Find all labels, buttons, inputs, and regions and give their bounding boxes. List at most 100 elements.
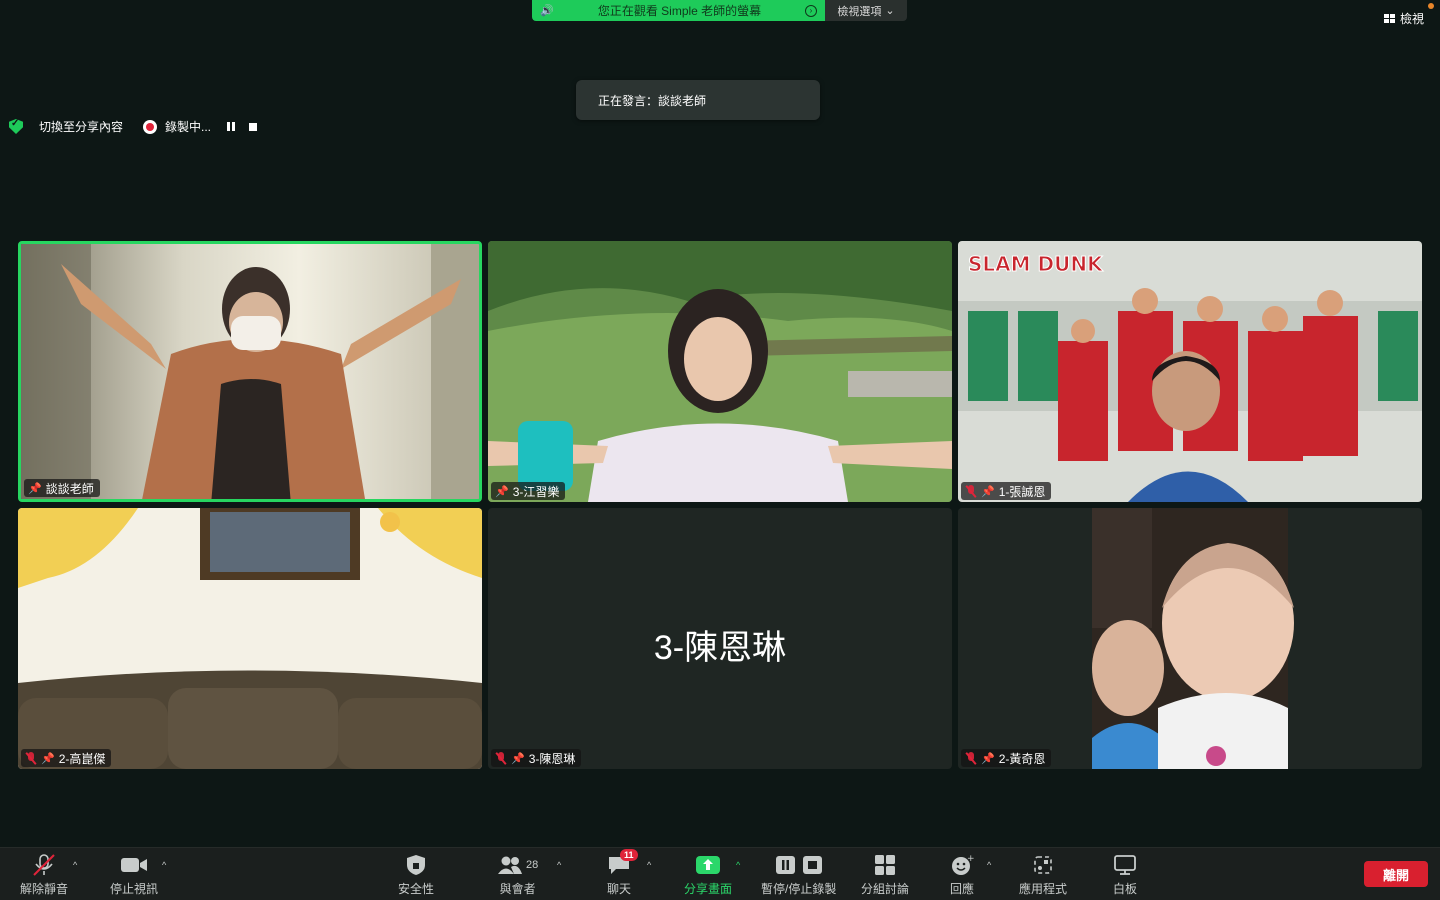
mic-muted-icon (965, 484, 977, 498)
pin-icon: 📌 (495, 485, 509, 498)
notification-dot (1428, 3, 1434, 9)
share-options-caret-icon[interactable]: ^ (736, 860, 740, 870)
breakout-rooms-button[interactable]: 分組討論 (861, 854, 909, 897)
pin-icon: 📌 (511, 752, 525, 765)
share-screen-button[interactable]: 分享畫面 (684, 854, 732, 897)
leave-meeting-button[interactable]: 離開 (1364, 861, 1428, 887)
info-icon[interactable]: › (805, 4, 817, 17)
microphone-muted-icon (31, 854, 57, 876)
stop-video-button[interactable]: 停止視訊 (110, 854, 158, 897)
participants-count: 28 (526, 859, 539, 871)
chevron-down-icon: ⌄ (885, 5, 895, 17)
meeting-toolbar: 解除靜音 ^ 停止視訊 ^ 安全性 28 與會者 ^ 11 聊天 ^ 分享畫面 (0, 847, 1440, 900)
video-tile-participant-video-off[interactable]: 3-陳恩琳 📌 3-陳恩琳 (488, 508, 952, 769)
pin-icon: 📌 (981, 485, 995, 498)
video-camera-icon (120, 854, 148, 876)
chat-label: 聊天 (607, 882, 632, 896)
participant-video-feed (18, 508, 482, 769)
participants-options-caret-icon[interactable]: ^ (557, 860, 561, 870)
speaking-toast-text: 正在發言：談談老師 (598, 93, 707, 108)
reactions-options-caret-icon[interactable]: ^ (987, 860, 991, 870)
view-options-button[interactable]: 檢視選項 ⌄ (825, 0, 907, 21)
participants-icon: 28 (497, 854, 538, 876)
participant-name: 3-江習樂 (512, 484, 560, 499)
participant-video-feed: SLAM DUNK (958, 241, 1422, 502)
video-tile-participant[interactable]: 📌 2-黃奇恩 (958, 508, 1422, 769)
encryption-shield-icon[interactable] (9, 119, 23, 134)
participant-name-tag: 📌 談談老師 (24, 479, 100, 497)
switch-to-share-button[interactable]: 切換至分享內容 (39, 118, 123, 135)
teacher-video-feed (21, 244, 479, 499)
participants-label: 與會者 (499, 882, 536, 896)
viewing-screen-text: 您正在觀看 Simple 老師的螢幕 (597, 4, 762, 18)
chat-icon: 11 (607, 849, 638, 876)
security-label: 安全性 (398, 882, 435, 896)
participant-display-name: 3-陳恩琳 (653, 629, 787, 667)
pause-stop-recording-button[interactable]: 暫停/停止錄製 (761, 854, 836, 897)
participant-video-feed (958, 508, 1422, 769)
unmute-label: 解除靜音 (20, 882, 69, 896)
video-tile-teacher[interactable]: 📌 談談老師 (18, 241, 482, 502)
video-options-caret-icon[interactable]: ^ (162, 860, 166, 870)
chat-button[interactable]: 11 聊天 (607, 849, 638, 897)
meeting-status-row: 切換至分享內容 錄製中... (9, 118, 258, 135)
share-screen-label: 分享畫面 (684, 882, 733, 896)
participants-button[interactable]: 28 與會者 (497, 854, 538, 897)
mic-muted-icon (25, 751, 37, 765)
stop-video-label: 停止視訊 (110, 882, 159, 896)
stop-recording-icon[interactable] (249, 122, 258, 131)
apps-button[interactable]: 應用程式 (1019, 854, 1067, 897)
shield-icon (406, 854, 426, 876)
share-screen-icon (695, 854, 721, 876)
speaker-icon: 🔊 (540, 5, 554, 17)
security-button[interactable]: 安全性 (398, 854, 434, 897)
svg-text:SLAM DUNK: SLAM DUNK (968, 252, 1104, 276)
view-button[interactable]: 檢視 (1383, 10, 1424, 27)
share-banner: 🔊 您正在觀看 Simple 老師的螢幕 › 檢視選項 ⌄ (532, 0, 907, 21)
mic-muted-icon (495, 751, 507, 765)
chat-options-caret-icon[interactable]: ^ (647, 860, 651, 870)
whiteboard-icon (1113, 854, 1137, 876)
video-tile-participant[interactable]: 📌 2-高崑傑 (18, 508, 482, 769)
reactions-label: 回應 (950, 882, 975, 896)
audio-options-caret-icon[interactable]: ^ (73, 860, 77, 870)
chat-unread-badge: 11 (620, 849, 638, 861)
pause-stop-recording-icon (774, 854, 824, 876)
participant-name-tag: 📌 1-張誠恩 (961, 482, 1052, 500)
apps-label: 應用程式 (1019, 882, 1068, 896)
participant-name: 1-張誠恩 (998, 484, 1046, 499)
recording-label: 錄製中... (165, 120, 212, 134)
view-options-label: 檢視選項 (837, 5, 882, 18)
recording-icon (143, 119, 158, 134)
view-button-label: 檢視 (1399, 12, 1424, 26)
pause-recording-icon[interactable] (227, 122, 236, 131)
pause-stop-recording-label: 暫停/停止錄製 (761, 882, 837, 896)
participant-name-tag: 📌 3-陳恩琳 (491, 749, 582, 767)
participant-name: 2-黃奇恩 (998, 751, 1046, 766)
participant-name-tag: 📌 2-黃奇恩 (961, 749, 1052, 767)
video-tile-participant[interactable]: 📌 3-江習樂 (488, 241, 952, 502)
apps-icon (1032, 854, 1054, 876)
emoji-icon: + (950, 854, 974, 876)
pin-icon: 📌 (981, 752, 995, 765)
participant-name: 3-陳恩琳 (528, 751, 576, 766)
pin-icon: 📌 (41, 752, 55, 765)
participant-video-feed (488, 241, 952, 502)
video-tile-participant[interactable]: SLAM DUNK 📌 1-張誠恩 (958, 241, 1422, 502)
breakout-rooms-icon (874, 854, 896, 876)
svg-text:+: + (967, 854, 974, 864)
participant-name: 2-高崑傑 (58, 751, 106, 766)
pin-icon: 📌 (28, 482, 42, 495)
participant-name: 談談老師 (45, 481, 94, 496)
breakout-rooms-label: 分組討論 (861, 882, 910, 896)
speaking-toast: 正在發言：談談老師 (576, 80, 820, 120)
mic-muted-icon (965, 751, 977, 765)
participant-name-tag: 📌 3-江習樂 (491, 482, 566, 500)
reactions-button[interactable]: + 回應 (950, 854, 974, 897)
whiteboard-button[interactable]: 白板 (1113, 854, 1137, 897)
grid-view-icon (1383, 14, 1395, 23)
whiteboard-label: 白板 (1113, 882, 1138, 896)
unmute-button[interactable]: 解除靜音 (20, 854, 68, 897)
participant-name-tag: 📌 2-高崑傑 (21, 749, 112, 767)
viewing-screen-banner: 🔊 您正在觀看 Simple 老師的螢幕 › (532, 0, 825, 21)
